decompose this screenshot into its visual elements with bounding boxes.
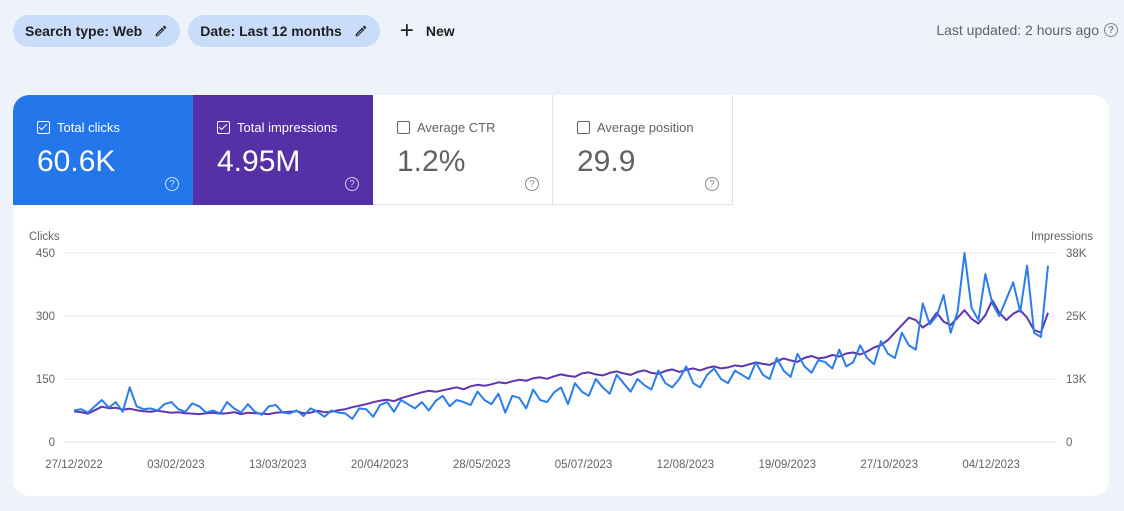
y2-tick-label: 13K — [1066, 374, 1087, 386]
plus-icon: + — [399, 17, 414, 44]
last-updated-text: Last updated: 2 hours ago — [936, 22, 1099, 38]
search-type-filter-chip[interactable]: Search type: Web — [13, 15, 181, 47]
y2-tick-label: 0 — [1066, 437, 1072, 449]
y-tick-label: 0 — [49, 437, 55, 449]
x-tick-label: 28/05/2023 — [453, 459, 511, 471]
y-tick-label: 450 — [36, 248, 55, 260]
y-tick-label: 150 — [36, 374, 55, 386]
x-tick-label: 27/10/2023 — [860, 459, 918, 471]
performance-chart: Clicks Impressions 0 150 300 450 0 13K 25K 38K… — [29, 231, 1093, 471]
y-tick-label: 300 — [36, 311, 55, 323]
y2-tick-label: 25K — [1066, 311, 1087, 323]
x-tick-label: 03/02/2023 — [147, 459, 205, 471]
filter-bar: Search type: Web Date: Last 12 months + … — [13, 15, 463, 47]
x-tick-label: 13/03/2023 — [249, 459, 307, 471]
x-tick-label: 27/12/2022 — [45, 459, 103, 471]
performance-card: Total clicks 60.6K ? Total impressions 4… — [13, 95, 1109, 496]
edit-pencil-icon — [155, 25, 167, 37]
new-filter-label: New — [425, 23, 455, 39]
x-tick-label: 05/07/2023 — [555, 459, 613, 471]
x-tick-label: 12/08/2023 — [657, 459, 715, 471]
y2-tick-label: 38K — [1066, 248, 1087, 260]
new-filter-button[interactable]: + New — [392, 15, 463, 47]
date-filter-label: Date: Last 12 months — [200, 23, 342, 39]
x-tick-label: 20/04/2023 — [351, 459, 409, 471]
y-axis-title-impressions: Impressions — [1031, 231, 1093, 243]
edit-pencil-icon — [355, 25, 367, 37]
series-line-clicks — [73, 252, 1049, 420]
last-updated-status: Last updated: 2 hours ago ? — [936, 22, 1118, 38]
help-icon[interactable]: ? — [1104, 23, 1118, 37]
x-tick-label: 19/09/2023 — [759, 459, 817, 471]
x-tick-label: 04/12/2023 — [962, 459, 1020, 471]
y-axis-title-clicks: Clicks — [29, 231, 60, 243]
date-filter-chip[interactable]: Date: Last 12 months — [188, 15, 380, 47]
search-type-filter-label: Search type: Web — [25, 23, 143, 39]
series-line-impressions — [73, 299, 1049, 416]
